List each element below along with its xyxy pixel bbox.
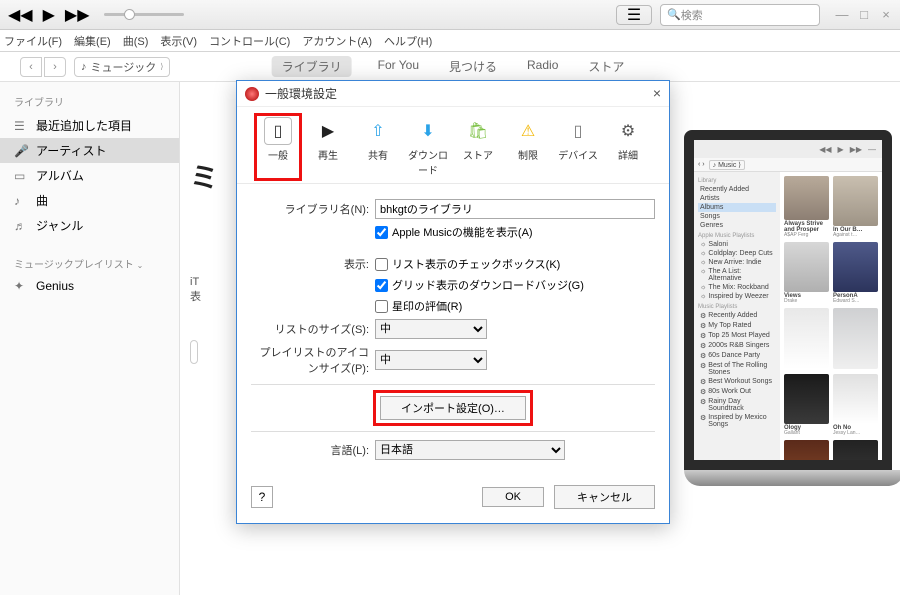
mini-album: MUMFORD & SONS bbox=[784, 440, 829, 460]
dialog-title: 一般環境設定 bbox=[265, 85, 337, 102]
mini-dropdown: ♪ Music ⟩ bbox=[709, 160, 745, 170]
dialog-close-button[interactable]: × bbox=[653, 85, 661, 101]
sidebar-item-genre[interactable]: ♬ジャンル bbox=[0, 213, 179, 238]
cancel-button[interactable]: キャンセル bbox=[554, 485, 655, 509]
help-button[interactable]: ? bbox=[251, 486, 273, 508]
tab-sharing[interactable]: ⇧共有 bbox=[358, 117, 398, 177]
back-button[interactable]: ‹ bbox=[20, 57, 42, 77]
album-icon: ▭ bbox=[14, 169, 28, 183]
mini-album: ViewsDrake bbox=[784, 242, 829, 304]
menu-view[interactable]: 表示(V) bbox=[160, 33, 197, 49]
view-mode-button[interactable]: ☰ bbox=[616, 5, 652, 25]
mini-sidebar: Library Recently Added Artists Albums So… bbox=[694, 172, 780, 460]
prev-track-icon[interactable]: ◀◀ bbox=[8, 5, 33, 25]
tab-store[interactable]: ストア bbox=[584, 56, 628, 77]
next-track-icon[interactable]: ▶▶ bbox=[65, 5, 90, 25]
mini-album: In Our B…Against t… bbox=[833, 176, 878, 238]
tab-browse[interactable]: 見つける bbox=[445, 56, 501, 77]
mini-album bbox=[833, 440, 878, 460]
tab-restrictions[interactable]: ⚠制限 bbox=[508, 117, 548, 177]
language-select[interactable]: 日本語 bbox=[375, 440, 565, 460]
nav-bar: ‹ › ♪ ミュージック ⟩ ライブラリ For You 見つける Radio … bbox=[0, 52, 900, 82]
mini-next-icon: ▶▶ bbox=[850, 145, 862, 154]
display-label: 表示: bbox=[251, 256, 375, 272]
sidebar-item-song[interactable]: ♪曲 bbox=[0, 188, 179, 213]
playlist-icon-size-select[interactable]: 中 bbox=[375, 350, 487, 370]
menu-file[interactable]: ファイル(F) bbox=[4, 33, 62, 49]
tab-devices[interactable]: ▯デバイス bbox=[558, 117, 598, 177]
forward-button[interactable]: › bbox=[44, 57, 66, 77]
genius-icon: ✦ bbox=[14, 279, 28, 293]
tab-library[interactable]: ライブラリ bbox=[272, 56, 352, 77]
mini-play-icon: ▶ bbox=[838, 145, 844, 154]
chevron-down-icon[interactable]: ⌄ bbox=[137, 261, 144, 270]
list-size-select[interactable]: 中 bbox=[375, 319, 487, 339]
sidebar-item-album[interactable]: ▭アルバム bbox=[0, 163, 179, 188]
mini-album: Always Strive and ProsperA$AP Ferg bbox=[784, 176, 829, 238]
grid-badge-option[interactable]: グリッド表示のダウンロードバッジ(G) bbox=[375, 277, 584, 293]
itunes-icon bbox=[245, 87, 259, 101]
laptop-preview: ◀◀ ▶ ▶▶ — ‹ › ♪ Music ⟩ Library Recently… bbox=[684, 130, 900, 486]
media-type-dropdown[interactable]: ♪ ミュージック ⟩ bbox=[74, 57, 170, 77]
tab-radio[interactable]: Radio bbox=[523, 56, 562, 77]
menu-account[interactable]: アカウント(A) bbox=[302, 33, 372, 49]
menu-control[interactable]: コントロール(C) bbox=[209, 33, 290, 49]
menu-help[interactable]: ヘルプ(H) bbox=[384, 33, 432, 49]
import-settings-button[interactable]: インポート設定(O)… bbox=[380, 396, 526, 420]
preference-tabs: ▯一般 ▶再生 ⇧共有 ⬇ダウンロード 🛍ストア ⚠制限 ▯デバイス ⚙詳細 bbox=[237, 107, 669, 184]
tab-download[interactable]: ⬇ダウンロード bbox=[408, 117, 448, 177]
music-icon: ♪ bbox=[81, 61, 87, 73]
mic-icon: 🎤 bbox=[14, 144, 28, 158]
tab-foryou[interactable]: For You bbox=[374, 56, 423, 77]
ok-button[interactable]: OK bbox=[482, 487, 544, 507]
list-size-label: リストのサイズ(S): bbox=[251, 321, 375, 337]
mini-prev-icon: ◀◀ bbox=[819, 145, 831, 154]
search-input[interactable]: 🔍 検索 bbox=[660, 4, 820, 26]
playlist-icon-size-label: プレイリストのアイコンサイズ(P): bbox=[251, 344, 375, 376]
menu-song[interactable]: 曲(S) bbox=[123, 33, 149, 49]
song-icon: ♪ bbox=[14, 194, 28, 208]
menu-edit[interactable]: 編集(E) bbox=[74, 33, 111, 49]
list-checkbox-option[interactable]: リスト表示のチェックボックス(K) bbox=[375, 256, 560, 272]
mini-album bbox=[784, 308, 829, 370]
list-icon: ☰ bbox=[14, 119, 28, 133]
window-maximize[interactable]: □ bbox=[856, 7, 872, 22]
guitar-icon: ♬ bbox=[14, 219, 28, 233]
sidebar-item-genius[interactable]: ✦Genius bbox=[0, 275, 179, 297]
dialog-title-bar: 一般環境設定 × bbox=[237, 81, 669, 107]
volume-slider[interactable] bbox=[104, 13, 184, 16]
chevron-icon: ⟩ bbox=[160, 62, 163, 71]
tab-general[interactable]: ▯一般 bbox=[258, 117, 298, 177]
tab-store[interactable]: 🛍ストア bbox=[458, 117, 498, 177]
mini-vol-icon: — bbox=[868, 145, 876, 154]
play-icon[interactable]: ▶ bbox=[43, 5, 55, 25]
mini-album-grid: Always Strive and ProsperA$AP FergIn Our… bbox=[780, 172, 882, 460]
sidebar-item-recent[interactable]: ☰最近追加した項目 bbox=[0, 113, 179, 138]
sidebar-item-artist[interactable]: 🎤アーティスト bbox=[0, 138, 179, 163]
title-bar: ◀◀ ▶ ▶▶ ☰ 🔍 検索 — □ × bbox=[0, 0, 900, 30]
mini-album: PersonAEdward S… bbox=[833, 242, 878, 304]
menu-bar[interactable]: ファイル(F) 編集(E) 曲(S) 表示(V) コントロール(C) アカウント… bbox=[0, 30, 900, 52]
library-name-input[interactable] bbox=[375, 199, 655, 219]
star-rating-option[interactable]: 星印の評価(R) bbox=[375, 298, 462, 314]
library-name-label: ライブラリ名(N): bbox=[251, 201, 375, 217]
tab-advanced[interactable]: ⚙詳細 bbox=[608, 117, 648, 177]
mini-album: Oh NoJessy Lan… bbox=[833, 374, 878, 436]
mini-album: OlogyGallant bbox=[784, 374, 829, 436]
mini-album bbox=[833, 308, 878, 370]
language-label: 言語(L): bbox=[251, 442, 375, 458]
window-close[interactable]: × bbox=[878, 7, 894, 22]
window-minimize[interactable]: — bbox=[834, 7, 850, 22]
sidebar-header-playlists: ミュージックプレイリスト ⌄ bbox=[0, 252, 179, 275]
preferences-dialog: 一般環境設定 × ▯一般 ▶再生 ⇧共有 ⬇ダウンロード 🛍ストア ⚠制限 ▯デ… bbox=[236, 80, 670, 524]
sidebar: ライブラリ ☰最近追加した項目 🎤アーティスト ▭アルバム ♪曲 ♬ジャンル ミ… bbox=[0, 82, 180, 595]
tab-playback[interactable]: ▶再生 bbox=[308, 117, 348, 177]
apple-music-checkbox[interactable]: Apple Musicの機能を表示(A) bbox=[375, 224, 533, 240]
sidebar-header-library: ライブラリ bbox=[0, 90, 179, 113]
